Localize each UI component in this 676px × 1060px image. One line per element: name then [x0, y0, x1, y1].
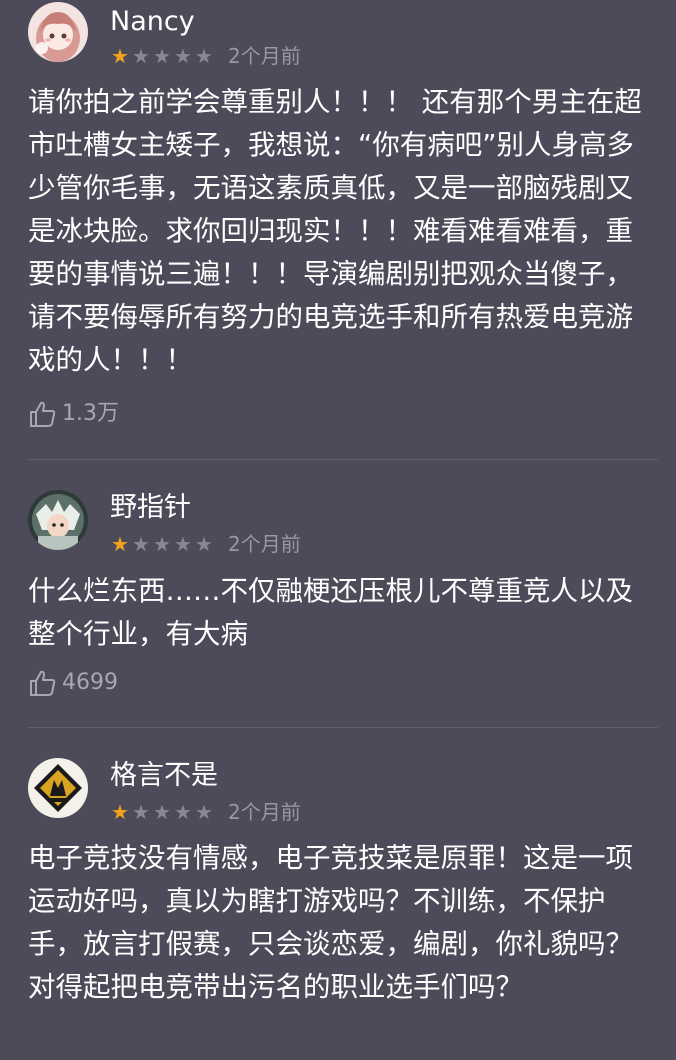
like-count: 4699	[62, 670, 118, 695]
star-icon: ★	[153, 532, 171, 556]
username[interactable]: 格言不是	[110, 760, 218, 792]
star-icon: ★	[195, 800, 213, 824]
star-icon: ★	[174, 532, 192, 556]
post-time: 2个月前	[228, 800, 301, 824]
review-text: 电子竞技没有情感，电子竞技菜是原罪！这是一项运动好吗，真以为瞎打游戏吗？不训练，…	[28, 842, 633, 1003]
star-icon: ★	[195, 44, 213, 68]
post-time: 2个月前	[228, 44, 301, 68]
star-icon: ★	[111, 800, 129, 824]
star-icon: ★	[174, 44, 192, 68]
star-icon: ★	[111, 44, 129, 68]
star-rating: ★ ★ ★ ★ ★	[110, 534, 214, 554]
team-logo-avatar-icon	[28, 758, 88, 818]
post-time: 2个月前	[228, 532, 301, 556]
thumbs-up-icon	[30, 670, 56, 696]
like-button[interactable]: 4699	[28, 666, 118, 700]
star-icon: ★	[132, 532, 150, 556]
star-icon: ★	[111, 532, 129, 556]
divider	[28, 459, 658, 460]
star-rating: ★ ★ ★ ★ ★	[110, 46, 214, 66]
review-text: 请你拍之前学会尊重别人！！！ 还有那个男主在超市吐槽女主矮子，我想说：“你有病吧…	[28, 86, 642, 376]
star-icon: ★	[132, 800, 150, 824]
star-icon: ★	[195, 532, 213, 556]
anime-character-avatar-icon	[28, 490, 88, 550]
username[interactable]: Nancy	[110, 6, 195, 38]
star-icon: ★	[153, 44, 171, 68]
user-avatar[interactable]	[28, 758, 88, 818]
user-avatar[interactable]	[28, 2, 88, 62]
star-icon: ★	[174, 800, 192, 824]
anime-girl-avatar-icon	[28, 2, 88, 62]
star-icon: ★	[132, 44, 150, 68]
divider	[28, 727, 658, 728]
review-text: 什么烂东西……不仅融梗还压根儿不尊重竞人以及整个行业，有大病	[28, 575, 633, 650]
thumbs-up-icon	[30, 401, 56, 427]
user-avatar[interactable]	[28, 490, 88, 550]
like-count: 1.3万	[62, 401, 119, 426]
star-icon: ★	[153, 800, 171, 824]
username[interactable]: 野指针	[110, 492, 191, 524]
review-feed: Nancy ★ ★ ★ ★ ★ 2个月前 请你拍之前学会尊重别人！！！ 还有那个…	[0, 0, 676, 1060]
like-button[interactable]: 1.3万	[28, 397, 119, 431]
star-rating: ★ ★ ★ ★ ★	[110, 802, 214, 822]
